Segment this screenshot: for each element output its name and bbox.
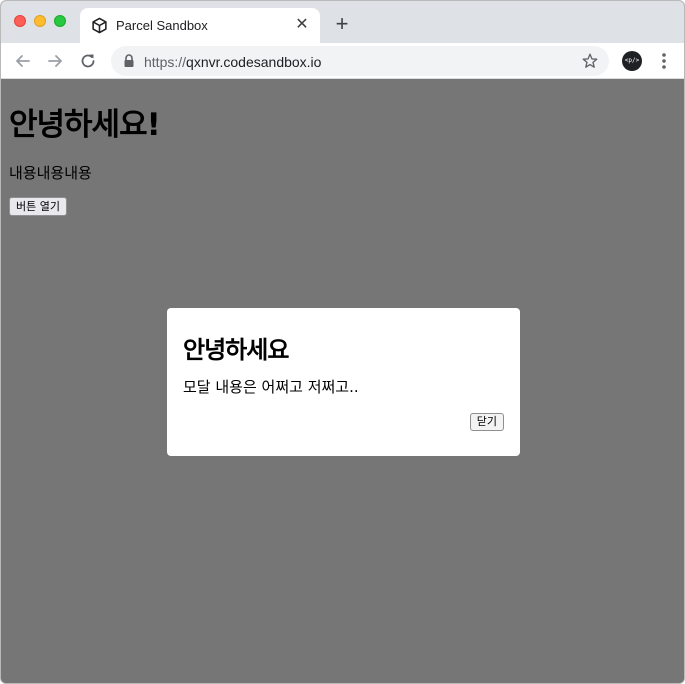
modal-title: 안녕하세요	[183, 336, 289, 364]
minimize-window-button[interactable]	[34, 15, 46, 27]
modal-message: 모달 내용은 어쩌고 저쩌고..	[183, 378, 359, 396]
star-icon[interactable]	[581, 52, 599, 70]
lock-icon[interactable]	[123, 54, 135, 68]
reload-icon[interactable]	[78, 51, 98, 71]
tab-title: Parcel Sandbox	[116, 18, 208, 33]
tab-strip: Parcel Sandbox ✕ +	[1, 1, 684, 43]
zoom-window-button[interactable]	[54, 15, 66, 27]
modal-dialog: 안녕하세요 모달 내용은 어쩌고 저쩌고.. 닫기	[167, 308, 520, 456]
tab-parcel-sandbox[interactable]: Parcel Sandbox ✕	[80, 8, 320, 43]
browser-window: Parcel Sandbox ✕ + https://qxnvr.codesan…	[0, 0, 685, 684]
browser-toolbar: https://qxnvr.codesandbox.io <p/>	[1, 43, 684, 79]
close-window-button[interactable]	[14, 15, 26, 27]
back-icon[interactable]	[13, 51, 33, 71]
page-content: 안녕하세요! 내용내용내용 버튼 열기 안녕하세요 모달 내용은 어쩌고 저쩌고…	[1, 79, 684, 683]
tab-close-icon[interactable]: ✕	[292, 15, 312, 35]
page-body-text: 내용내용내용	[9, 164, 92, 182]
url-text[interactable]: https://qxnvr.codesandbox.io	[144, 54, 321, 70]
open-modal-button[interactable]: 버튼 열기	[9, 197, 67, 216]
forward-icon[interactable]	[45, 51, 65, 71]
modal-close-button[interactable]: 닫기	[469, 413, 504, 431]
url-scheme: https://	[144, 54, 187, 70]
address-bar[interactable]: https://qxnvr.codesandbox.io	[111, 46, 609, 76]
new-tab-button[interactable]: +	[331, 13, 353, 35]
menu-icon[interactable]	[657, 51, 671, 71]
extension-button[interactable]: <p/>	[622, 51, 642, 71]
page-heading: 안녕하세요!	[9, 107, 161, 143]
url-host: qxnvr.codesandbox.io	[186, 54, 322, 70]
codesandbox-icon	[91, 17, 108, 34]
